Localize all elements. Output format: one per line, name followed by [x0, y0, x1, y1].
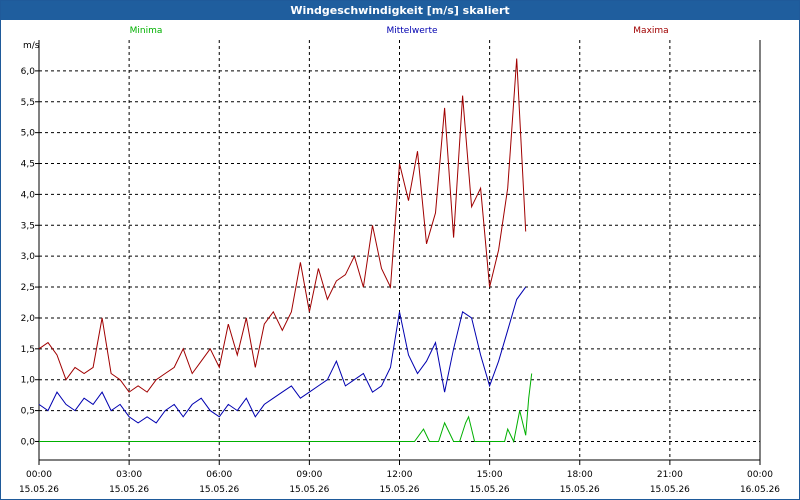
- x-tick-time: 12:00: [387, 470, 413, 480]
- y-tick-label: 6,0: [21, 67, 36, 77]
- y-tick-label: 3,0: [21, 252, 36, 262]
- legend: Minima Mittelwerte Maxima: [130, 26, 669, 36]
- x-tick-time: 21:00: [657, 470, 683, 480]
- x-tick-time: 00:00: [747, 470, 773, 480]
- y-tick-label: 2,0: [21, 314, 36, 324]
- x-tick-time: 15:00: [477, 470, 503, 480]
- x-tick-date: 15.05.26: [289, 485, 329, 495]
- y-tick-label: 4,0: [21, 190, 36, 200]
- series-line-minima: [39, 373, 533, 444]
- y-tick-label: 3,5: [21, 221, 35, 231]
- y-tick-label: 1,0: [21, 376, 36, 386]
- x-tick-time: 06:00: [206, 470, 232, 480]
- x-tick-date: 15.05.26: [650, 485, 690, 495]
- x-tick-date: 15.05.26: [109, 485, 149, 495]
- legend-item-minima: Minima: [130, 26, 163, 36]
- x-tick-time: 18:00: [567, 470, 593, 480]
- x-tick-time: 03:00: [116, 470, 142, 480]
- y-tick-label: 0,5: [21, 407, 35, 417]
- x-tick-date: 15.05.26: [199, 485, 239, 495]
- y-tick-label: 4,5: [21, 160, 35, 170]
- y-tick-label: 5,5: [21, 98, 35, 108]
- legend-item-mittelwerte: Mittelwerte: [386, 26, 437, 36]
- x-tick-date: 15.05.26: [560, 485, 600, 495]
- y-tick-label: 0,0: [21, 437, 36, 447]
- series-lines: [38, 58, 533, 444]
- x-tick-time: 00:00: [26, 470, 52, 480]
- chart-canvas: 0,00,51,01,52,02,53,03,54,04,55,05,56,0 …: [19, 26, 780, 495]
- x-tick-date: 15.05.26: [379, 485, 419, 495]
- series-line-mittelwerte: [38, 286, 527, 424]
- y-axis-unit: m/s: [23, 41, 40, 51]
- x-tick-time: 09:00: [296, 470, 322, 480]
- x-tick-date: 15.05.26: [470, 485, 510, 495]
- y-tick-label: 2,5: [21, 283, 35, 293]
- grid-lines: [39, 40, 760, 460]
- legend-item-maxima: Maxima: [633, 26, 668, 36]
- y-tick-label: 5,0: [21, 129, 36, 139]
- y-axis-ticks: 0,0 0,5 1,0 1,5 2,0 2,5 3,0 3,5 4,0 4,5 5,0 5,5 6,0: [21, 67, 39, 447]
- x-tick-date: 15.05.26: [19, 485, 59, 495]
- x-axis-ticks: 00:00 15.05.26 03:00 15.05.26 06:00 15.05.26 0…: [19, 460, 780, 495]
- y-tick-label: 1,5: [21, 345, 35, 355]
- x-tick-date: 16.05.26: [740, 485, 780, 495]
